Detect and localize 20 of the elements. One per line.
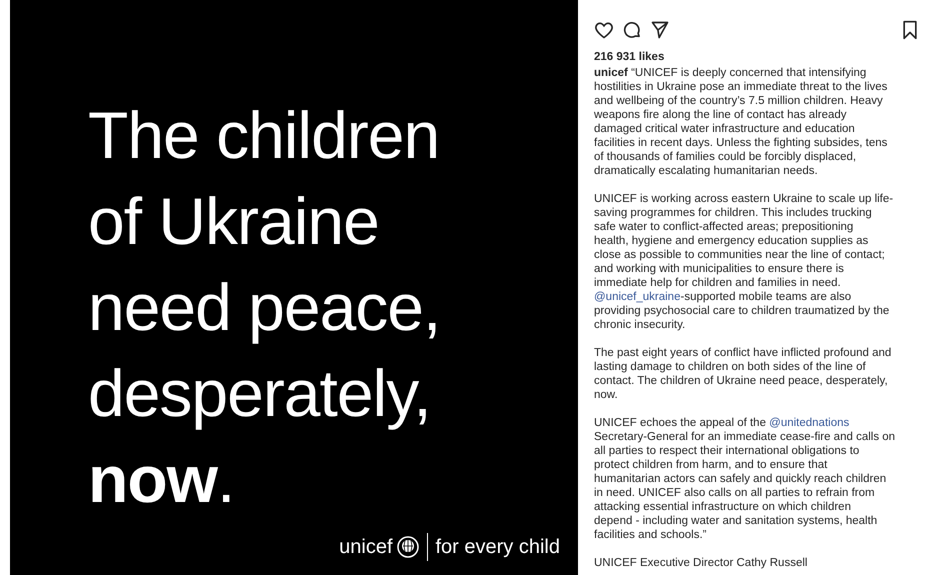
tagline: for every child — [436, 537, 560, 557]
headline-line: now. — [88, 441, 234, 518]
caption-paragraph: UNICEF echoes the appeal of the @unitednations Secretary-General for an immediate cease-fire and calls on all parties to respect their international obligations to protect children from harm, and to ensure that humanitarian actors can safely and quickly reach children in need. UNICEF also calls on all parties to refrain from attacking essential infrastructure on which children depend - including water and sanitation systems, health facilities and schools.” — [594, 416, 896, 542]
headline-line: of Ukraine — [88, 183, 379, 260]
globe-emblem-icon — [396, 536, 418, 558]
headline-line: desperately, — [88, 355, 431, 432]
mention-link[interactable]: @unicef_ukraine — [594, 291, 680, 303]
like-count: 216 931 likes — [594, 50, 666, 64]
headline-line: The children — [88, 97, 440, 174]
comment-icon[interactable] — [622, 20, 642, 40]
headline-line: need peace, — [88, 269, 440, 346]
caption-paragraph: UNICEF is working across eastern Ukraine to scale up life- saving programmes for children. This includes trucking safe water to conflict-affected areas; prepositioning health, hygiene and emergency education supplies as close as possible to communities near the line of contact; and working with municipalities to ensure there is immediate help for children and families in need. @unicef_ukraine-supported mobile teams are also providing psychosocial care to children traumatized by the chronic insecurity. — [594, 192, 894, 332]
caption-paragraph: UNICEF Executive Director Cathy Russell — [594, 556, 808, 570]
heart-icon[interactable] — [594, 20, 614, 40]
logo-wordmark: unicef — [339, 537, 392, 557]
send-icon[interactable] — [650, 20, 670, 40]
caption-paragraph: unicef “UNICEF is deeply concerned that intensifying hostilities in Ukraine pose an immediate threat to the lives and wellbeing of the country’s 7.5 million children. Heavy weapons fire along the line of contact has already damaged critical water infrastructure and education facilities in recent days. Unless the fighting subsides, tens of thousands of families could be forcibly displaced, dramatically escalating humanitarian needs. — [594, 66, 888, 178]
mention-link[interactable]: @unitednations — [769, 417, 850, 429]
caption-paragraph: The past eight years of conflict have inflicted profound and lasting damage to children on both sides of the line of contact. The children of Ukraine need peace, desperately, now. — [594, 346, 892, 402]
bookmark-icon[interactable] — [901, 20, 919, 40]
